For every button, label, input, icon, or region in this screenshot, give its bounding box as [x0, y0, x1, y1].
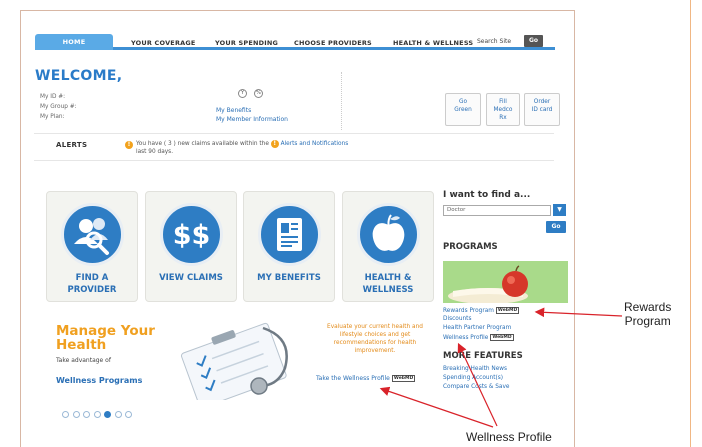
search-go-button[interactable]: Go: [524, 35, 543, 47]
rewards-program-link[interactable]: Rewards Program WebMD: [443, 307, 520, 314]
rewards-callout-line2: Program: [624, 314, 671, 328]
wellness-profile-link[interactable]: Wellness Profile WebMD: [443, 334, 514, 341]
order-id-line1: Order: [533, 99, 551, 105]
main-nav: HOME YOUR COVERAGE YOUR SPENDING CHOOSE …: [35, 34, 555, 50]
my-plan-label: My Plan:: [40, 114, 65, 120]
webmd-badge: WebMD: [391, 375, 416, 382]
tile-view-claims-line1: VIEW CLAIMS: [159, 273, 223, 283]
clipboard-stethoscope-image: [175, 318, 307, 409]
alerts-row: ALERTS ! You have ( 3 ) new claims avail…: [34, 133, 554, 161]
tile-health-wellness[interactable]: HEALTH & WELLNESS: [342, 191, 434, 302]
discounts-link[interactable]: Discounts: [443, 316, 471, 322]
alert-inline-icon: !: [270, 140, 279, 148]
alert-warning-icon: !: [125, 141, 133, 149]
tile-health-wellness-line1: HEALTH &: [364, 273, 412, 283]
people-search-icon: [61, 203, 124, 266]
tile-health-wellness-label: HEALTH & WELLNESS: [343, 272, 433, 296]
carousel-dot[interactable]: [93, 411, 101, 418]
take-wellness-profile-label: Take the Wellness Profile: [316, 375, 390, 382]
id-card-icon: [258, 203, 321, 266]
tile-my-benefits-line1: MY BENEFITS: [257, 273, 321, 283]
carousel-dot[interactable]: [125, 411, 132, 418]
go-green-line2: Green: [454, 107, 472, 113]
take-advantage-text: Take advantage of: [56, 357, 111, 364]
tile-view-claims[interactable]: $$ VIEW CLAIMS: [145, 191, 237, 302]
benefits-percent-icon[interactable]: %: [254, 89, 263, 98]
alerts-label: ALERTS: [56, 141, 88, 149]
spending-accounts-link[interactable]: Spending Account(s): [443, 375, 503, 381]
evaluate-text: Evaluate your current health and lifesty…: [327, 324, 423, 354]
my-benefits-link[interactable]: My Benefits: [216, 107, 251, 114]
dollar-icon: $$: [160, 203, 223, 266]
webmd-badge: WebMD: [495, 307, 520, 314]
find-title: I want to find a...: [443, 190, 531, 200]
manage-title-line1: Manage Your: [56, 323, 155, 339]
welcome-divider: [341, 72, 342, 130]
alert-text-before: You have ( 3 ) new claims available with…: [136, 141, 269, 147]
carousel-dots: [62, 403, 136, 422]
tile-find-provider-line1: FIND A: [75, 273, 109, 283]
alerts-notifications-link[interactable]: Alerts and Notifications: [281, 141, 349, 147]
carousel-dot[interactable]: [72, 411, 80, 418]
breaking-health-news-link[interactable]: Breaking Health News: [443, 366, 507, 372]
fill-medco-line1: Fill: [499, 99, 507, 105]
svg-text:$$: $$: [173, 220, 211, 251]
benefits-y-icon[interactable]: Y: [238, 89, 247, 98]
tab-your-spending[interactable]: YOUR SPENDING: [215, 36, 278, 50]
welcome-title: WELCOME,: [35, 68, 123, 84]
my-group-label: My Group #:: [40, 104, 77, 110]
more-features-title: MORE FEATURES: [443, 351, 523, 361]
tab-choose-providers[interactable]: CHOOSE PROVIDERS: [294, 36, 372, 50]
my-id-label: My ID #:: [40, 94, 66, 100]
find-go-button[interactable]: Go: [546, 221, 566, 233]
tile-my-benefits[interactable]: MY BENEFITS: [243, 191, 335, 302]
carousel-dot[interactable]: [83, 411, 90, 418]
tile-view-claims-label: VIEW CLAIMS: [146, 272, 236, 284]
rewards-program-label: Rewards Program: [443, 308, 494, 314]
wellness-programs-link[interactable]: Wellness Programs: [56, 376, 142, 385]
wellness-profile-callout: Wellness Profile: [466, 430, 552, 444]
take-wellness-profile-link[interactable]: Take the Wellness Profile WebMD: [316, 375, 416, 382]
tile-find-provider-label: FIND A PROVIDER: [47, 272, 137, 296]
search-site-label: Search Site: [477, 38, 512, 45]
manage-title-line2: Health: [56, 337, 107, 353]
programs-apple-image: [443, 261, 568, 303]
tab-your-coverage[interactable]: YOUR COVERAGE: [131, 36, 196, 50]
chevron-down-icon[interactable]: ▼: [553, 204, 566, 216]
wellness-profile-label: Wellness Profile: [443, 335, 489, 341]
programs-title: PROGRAMS: [443, 242, 498, 252]
carousel-dot[interactable]: [62, 411, 69, 418]
go-green-line1: Go: [458, 99, 468, 105]
webmd-badge: WebMD: [490, 334, 514, 341]
my-member-information-link[interactable]: My Member Information: [216, 116, 288, 123]
rewards-callout-line1: Rewards: [624, 300, 672, 314]
alert-message: You have ( 3 ) new claims available with…: [136, 140, 436, 156]
tile-find-provider[interactable]: FIND A PROVIDER: [46, 191, 138, 302]
order-id-card-button[interactable]: Order ID card: [524, 93, 560, 126]
compare-costs-link[interactable]: Compare Costs & Save: [443, 384, 509, 390]
fill-medco-line2: Medco: [493, 107, 513, 113]
go-green-button[interactable]: Go Green: [445, 93, 481, 126]
carousel-dot-active[interactable]: [104, 411, 111, 418]
health-partner-program-link[interactable]: Health Partner Program: [443, 325, 511, 331]
tile-health-wellness-line2: WELLNESS: [362, 285, 414, 295]
page-edge-line: [690, 0, 691, 447]
carousel-dot[interactable]: [114, 411, 122, 418]
find-type-select[interactable]: Doctor: [443, 205, 551, 216]
rewards-program-callout: Rewards Program: [624, 300, 671, 328]
manage-health-title: Manage Your Health: [56, 324, 155, 352]
alert-text-after: last 90 days.: [136, 149, 174, 155]
fill-medco-line3: Rx: [499, 115, 507, 121]
tile-find-provider-line2: PROVIDER: [67, 285, 117, 295]
fill-medco-rx-button[interactable]: Fill Medco Rx: [486, 93, 520, 126]
tab-home[interactable]: HOME: [35, 34, 113, 50]
tile-my-benefits-label: MY BENEFITS: [244, 272, 334, 284]
order-id-line2: ID card: [531, 107, 553, 113]
tab-health-wellness[interactable]: HEALTH & WELLNESS: [393, 36, 473, 50]
apple-icon: [357, 203, 420, 266]
